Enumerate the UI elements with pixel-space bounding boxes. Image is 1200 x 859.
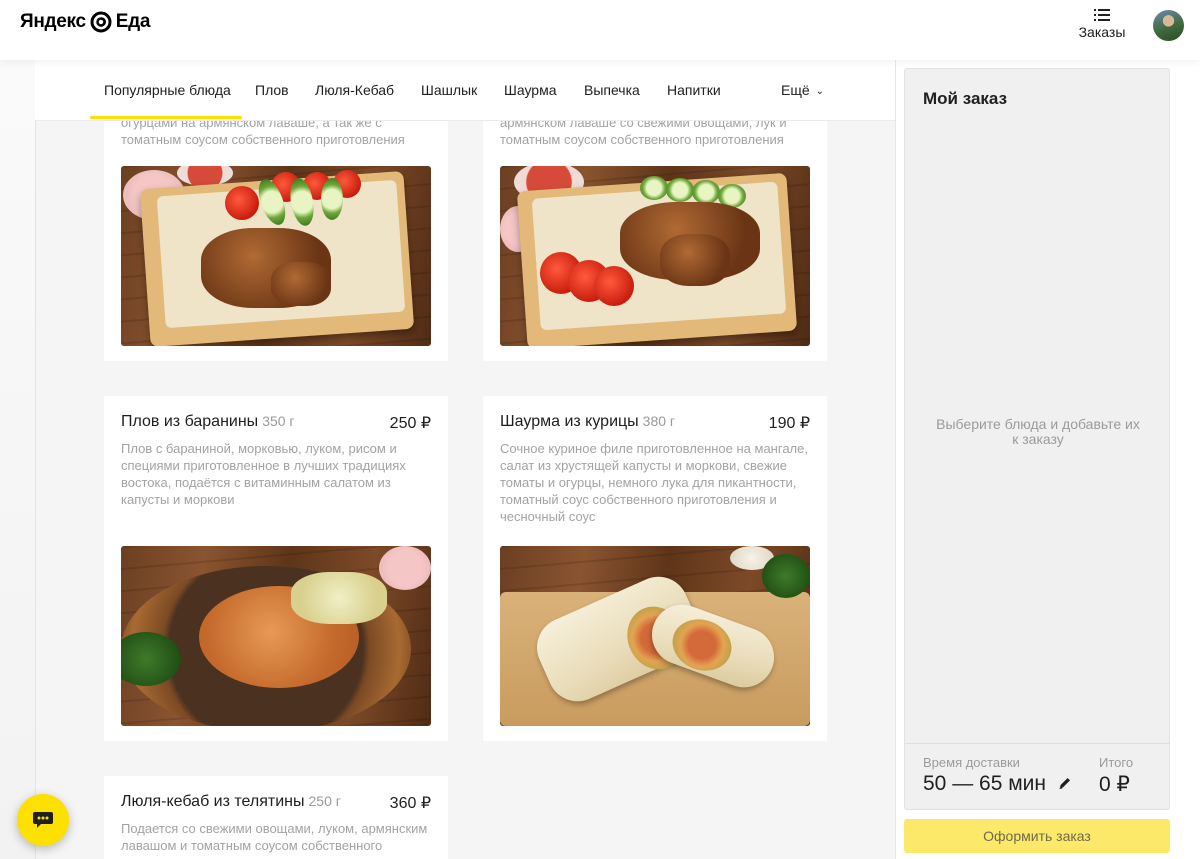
dish-name: Шаурма из курицы bbox=[500, 413, 639, 430]
dish-photo bbox=[500, 546, 810, 726]
header: Яндекс Еда Заказы bbox=[0, 0, 1200, 60]
tab-bakery[interactable]: Выпечка bbox=[584, 82, 640, 98]
checkout-button[interactable]: Оформить заказ bbox=[904, 819, 1170, 853]
dish-photo bbox=[121, 166, 431, 346]
tab-plov[interactable]: Плов bbox=[255, 82, 289, 98]
orders-label: Заказы bbox=[1078, 24, 1126, 40]
order-title: Мой заказ bbox=[923, 89, 1008, 108]
dish-title: Шаурма из курицы 380 г bbox=[500, 413, 675, 431]
total-value: 0 ₽ bbox=[1099, 773, 1130, 796]
chat-button[interactable] bbox=[17, 794, 69, 846]
dish-card[interactable]: Люля-кебаб из телятины 250 г 360 ₽ Подает… bbox=[104, 776, 448, 859]
tab-lyulya-kebab[interactable]: Люля-Кебаб bbox=[315, 82, 394, 98]
avatar[interactable] bbox=[1153, 10, 1184, 41]
delivery-time[interactable]: 50 — 65 мин bbox=[923, 772, 1072, 796]
delivery-time-value: 50 — 65 мин bbox=[923, 772, 1046, 795]
active-tab-indicator bbox=[90, 116, 242, 119]
pencil-icon[interactable] bbox=[1058, 776, 1072, 790]
dish-name: Люля-кебаб из телятины bbox=[121, 793, 305, 810]
dish-weight: 250 г bbox=[308, 793, 341, 809]
dish-name: Плов из баранины bbox=[121, 413, 259, 430]
dish-card[interactable]: Шаурма из курицы 380 г 190 ₽ Сочное курин… bbox=[483, 396, 827, 741]
tab-popular[interactable]: Популярные блюда bbox=[104, 82, 231, 98]
chevron-down-icon: ⌄ bbox=[815, 86, 825, 97]
chat-icon bbox=[33, 812, 53, 828]
tab-drinks[interactable]: Напитки bbox=[667, 82, 721, 98]
dish-price: 360 ₽ bbox=[389, 795, 431, 812]
tab-more[interactable]: Ещё ⌄ bbox=[781, 82, 824, 98]
dish-description: Сочное куриное филе приготовленное на ма… bbox=[500, 441, 808, 524]
orders-button[interactable]: Заказы bbox=[1076, 8, 1128, 46]
dish-description: Подается со свежими овощами, луком, армя… bbox=[121, 821, 428, 853]
logo-text-eda: Еда bbox=[115, 11, 151, 32]
dish-description-line: томатным соусом собственного приготовлен… bbox=[121, 132, 405, 147]
category-tabs: Популярные блюда Плов Люля-Кебаб Шашлык … bbox=[35, 60, 895, 121]
dish-price: 250 ₽ bbox=[389, 415, 431, 432]
logo[interactable]: Яндекс Еда bbox=[20, 11, 151, 33]
tab-shawarma[interactable]: Шаурма bbox=[504, 82, 557, 98]
yandex-eda-logo-icon bbox=[90, 11, 112, 33]
dish-title: Люля-кебаб из телятины 250 г bbox=[121, 793, 341, 811]
dish-card[interactable]: Плов из баранины 350 г 250 ₽ Плов с баран… bbox=[104, 396, 448, 741]
dish-card[interactable]: армянском лаваше со свежими овощами, лук… bbox=[483, 100, 827, 361]
logo-text-yandex: Яндекс bbox=[20, 11, 86, 32]
dish-description: Плов с бараниной, морковью, луком, рисом… bbox=[121, 441, 406, 507]
total-label: Итого bbox=[1099, 755, 1134, 770]
delivery-time-label: Время доставки bbox=[923, 755, 1020, 770]
dish-weight: 380 г bbox=[642, 413, 676, 429]
tab-more-label: Ещё bbox=[781, 82, 810, 98]
orders-list-icon bbox=[1094, 9, 1110, 21]
dish-photo bbox=[500, 166, 810, 346]
dish-title: Плов из баранины 350 г bbox=[121, 413, 295, 431]
dish-weight: 350 г bbox=[262, 413, 295, 429]
tab-shashlik[interactable]: Шашлык bbox=[421, 82, 477, 98]
dish-photo bbox=[121, 546, 431, 726]
order-panel: Мой заказ Выберите блюда и добавьте их к… bbox=[904, 68, 1170, 810]
order-empty-text: Выберите блюда и добавьте их к заказу bbox=[936, 416, 1140, 447]
dish-description-line: томатным соусом собственного приготовлен… bbox=[500, 132, 784, 147]
dish-card[interactable]: огурцами на армянском лаваше, а так же с… bbox=[104, 100, 448, 361]
order-footer: Время доставки 50 — 65 мин Итого 0 ₽ bbox=[905, 743, 1169, 809]
dish-price: 190 ₽ bbox=[768, 415, 810, 432]
